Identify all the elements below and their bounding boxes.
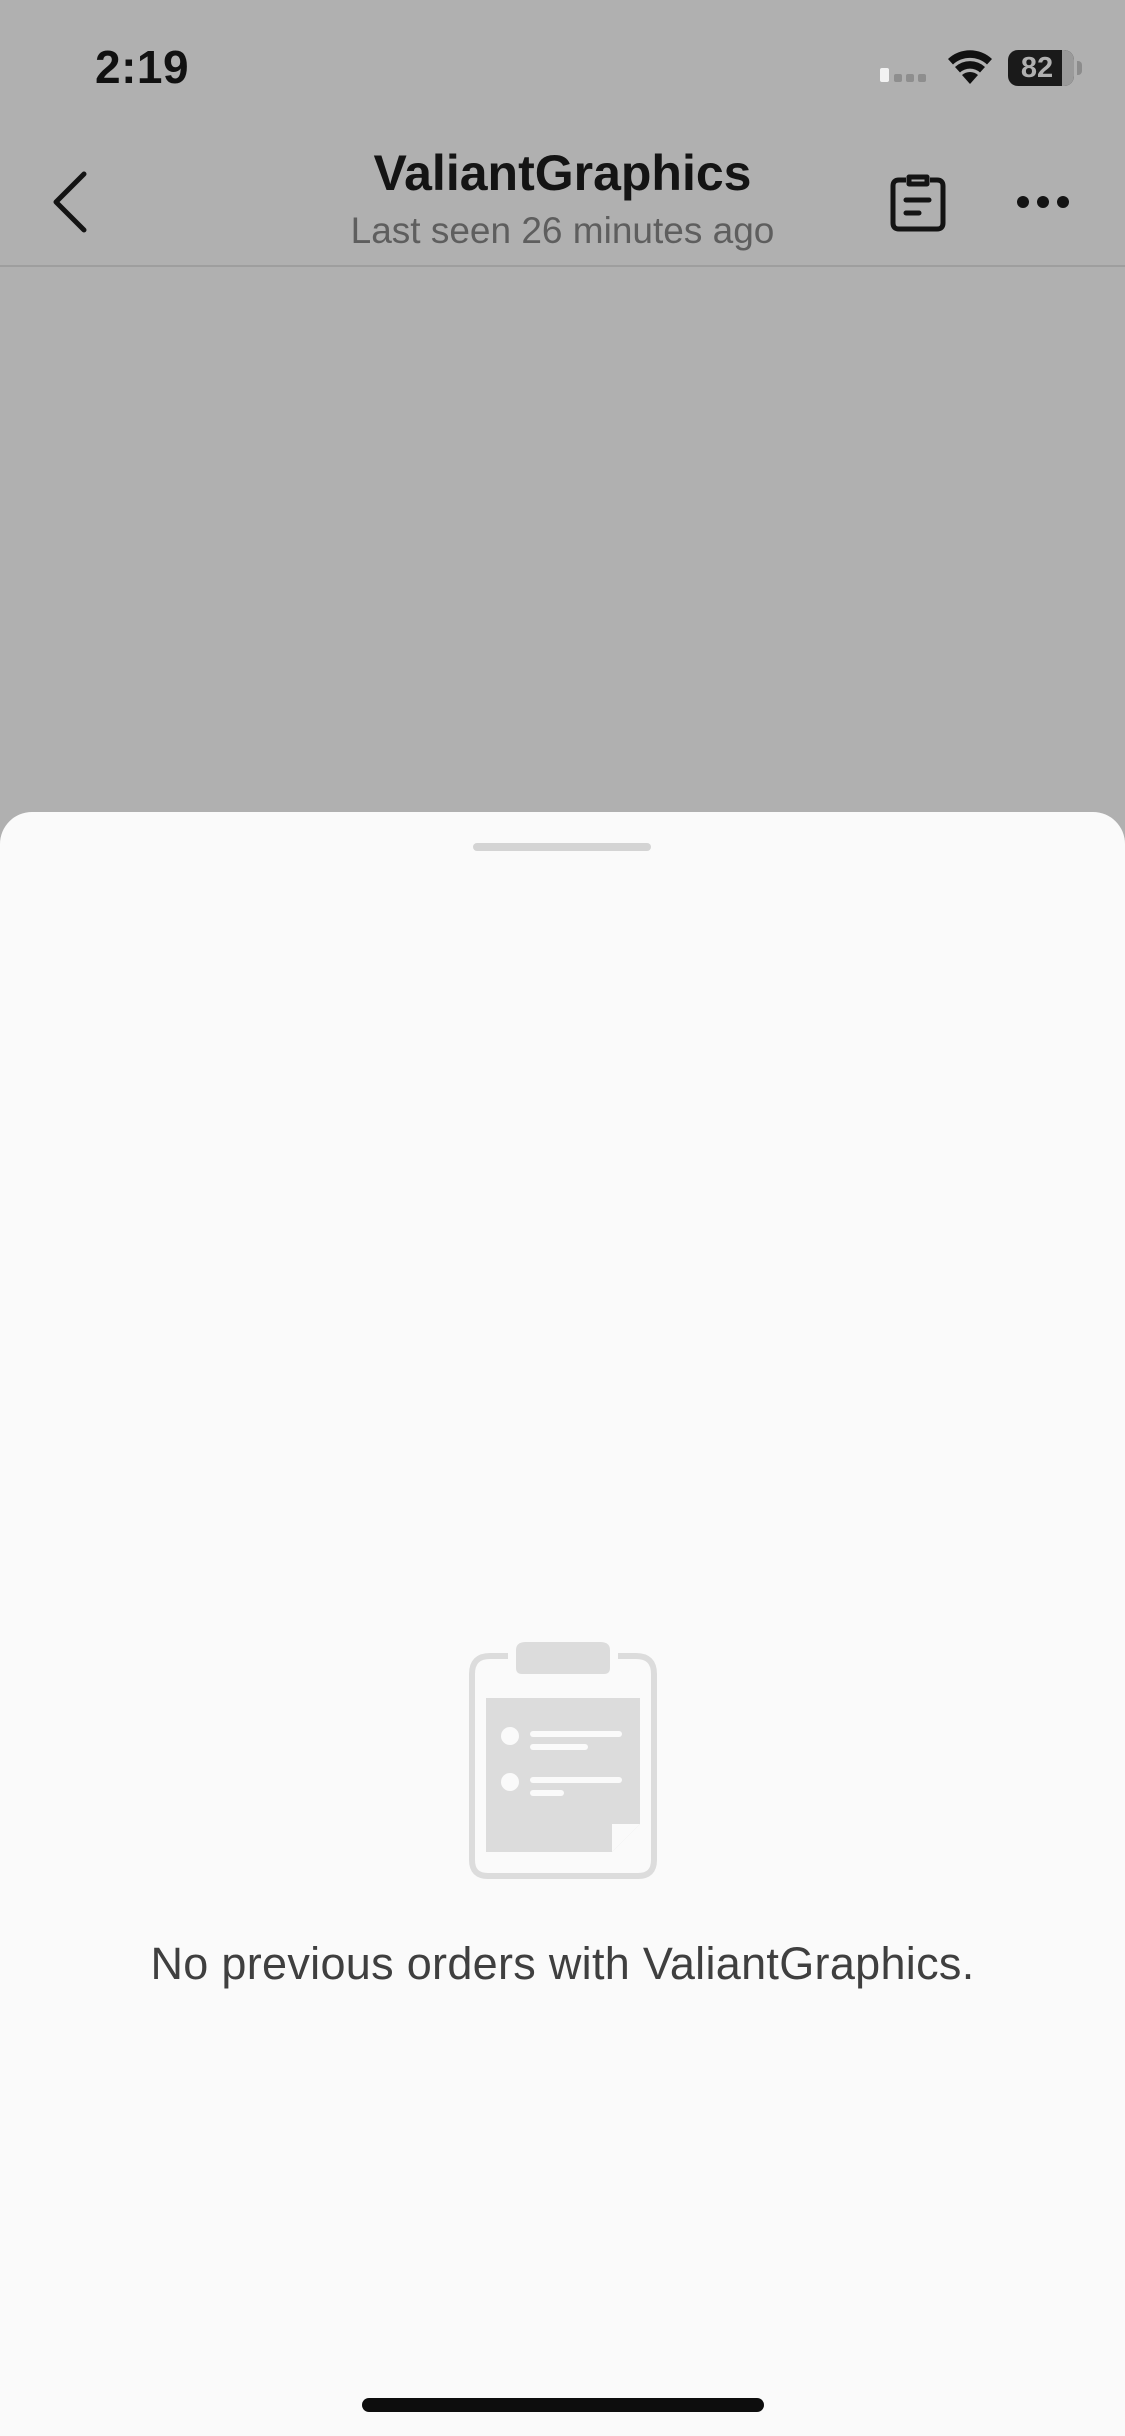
empty-orders-illustration — [468, 1640, 658, 1885]
battery-percent: 82 — [1020, 52, 1054, 84]
orders-button[interactable] — [880, 162, 956, 242]
empty-state-message: No previous orders with ValiantGraphics. — [150, 1938, 975, 1989]
sheet-drag-handle[interactable] — [473, 843, 651, 851]
status-time: 2:19 — [95, 41, 190, 93]
wifi-icon — [946, 48, 994, 91]
more-options-button[interactable] — [1005, 162, 1081, 242]
contact-name: ValiantGraphics — [373, 145, 752, 201]
chat-header: ValiantGraphics Last seen 26 minutes ago — [0, 132, 1125, 267]
clipboard-icon — [469, 1642, 657, 1879]
clipboard-icon — [890, 174, 946, 232]
signal-icon — [880, 66, 936, 87]
last-seen-status: Last seen 26 minutes ago — [350, 210, 775, 251]
home-indicator[interactable] — [362, 2398, 764, 2412]
battery-icon: 82 — [1008, 50, 1074, 86]
status-bar: 2:19 82 — [0, 0, 1125, 132]
orders-sheet: No previous orders with ValiantGraphics. — [0, 812, 1125, 2436]
ellipsis-icon — [1017, 196, 1069, 208]
battery-nub — [1077, 61, 1082, 75]
